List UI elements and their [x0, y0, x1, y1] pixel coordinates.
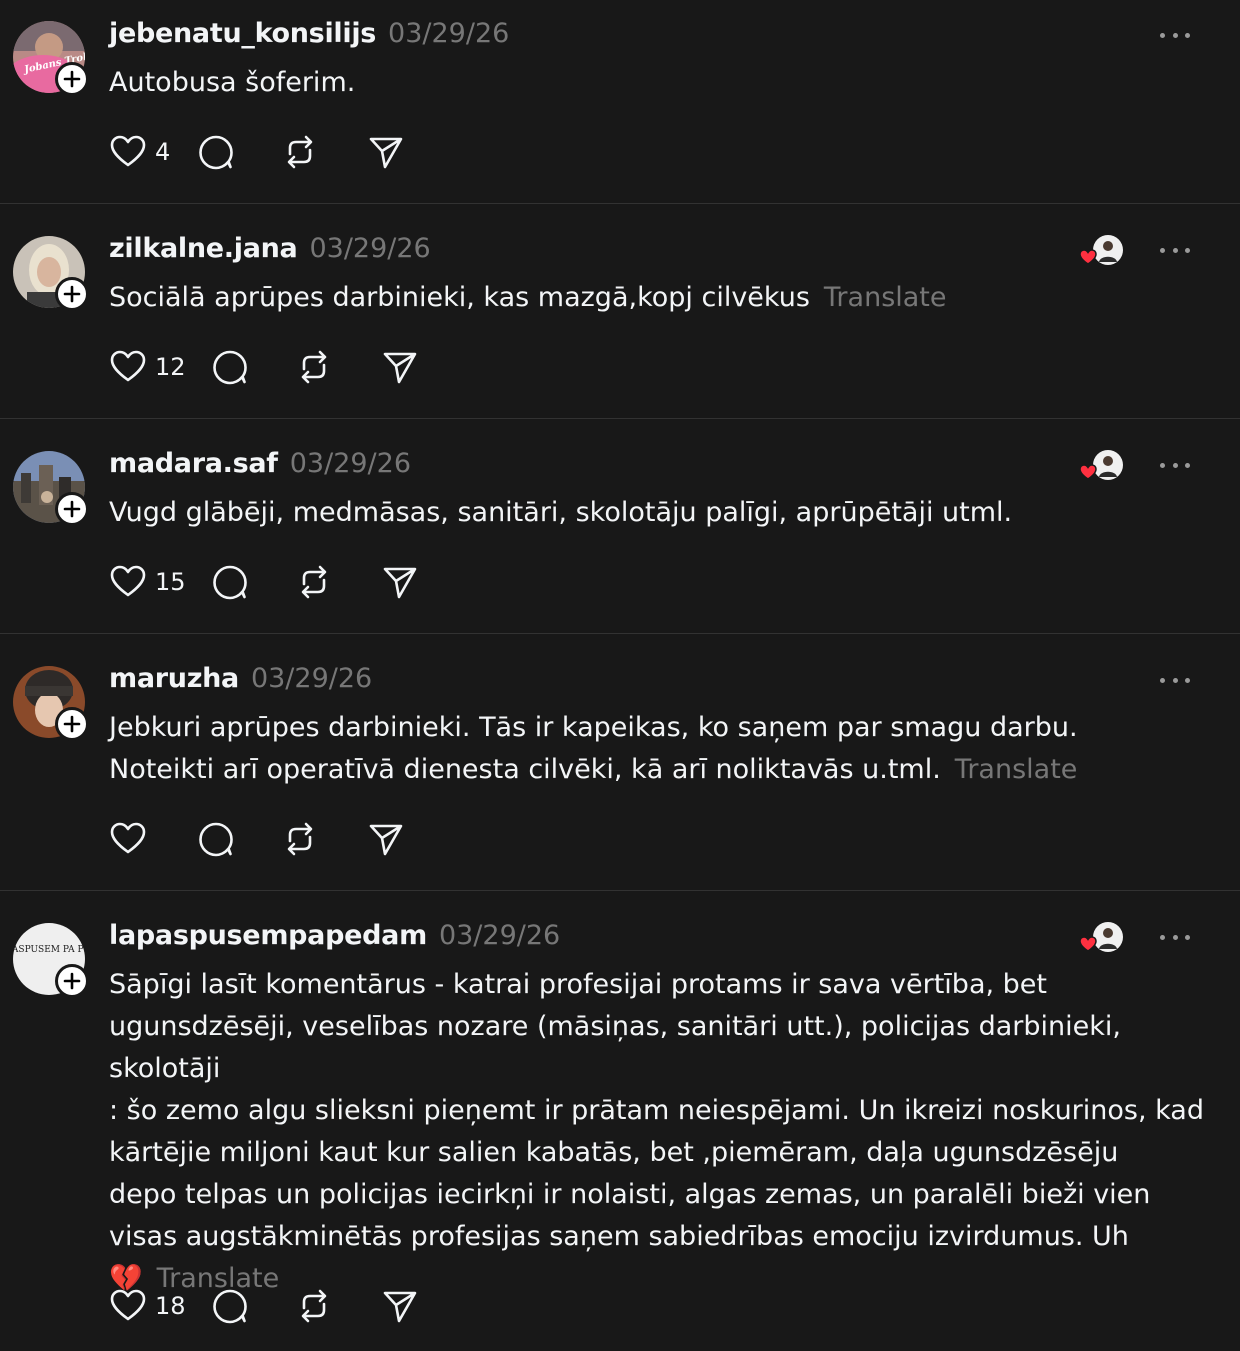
like-button[interactable]: 4	[109, 132, 197, 172]
post-body: Sāpīgi lasīt komentārus - katrai profesi…	[109, 969, 1204, 1294]
like-button[interactable]: 12	[109, 347, 211, 387]
post-date[interactable]: 03/29/26	[251, 663, 372, 694]
reply-button[interactable]	[197, 132, 281, 172]
follow-plus-icon[interactable]	[55, 964, 89, 998]
repost-arrows-icon	[301, 1289, 327, 1323]
like-count: 18	[155, 1292, 186, 1320]
thread-post: maruzha 03/29/26 Jebkuri aprūpes darbini…	[0, 634, 1240, 890]
more-options-icon[interactable]	[1160, 459, 1190, 471]
like-count: 4	[155, 138, 171, 166]
repost-arrows-icon	[301, 565, 327, 599]
liked-by-creator-badge[interactable]	[1078, 921, 1126, 955]
more-options-icon[interactable]	[1160, 244, 1190, 256]
repost-button[interactable]	[281, 132, 367, 172]
post-date[interactable]: 03/29/26	[439, 920, 560, 951]
post-text: Vugd glābēji, medmāsas, sanitāri, skolot…	[109, 492, 1209, 534]
repost-arrows-icon	[301, 350, 327, 384]
post-actions: 18	[109, 1286, 421, 1326]
like-button[interactable]	[109, 819, 197, 859]
post-header: madara.saf 03/29/26	[109, 448, 411, 484]
post-header: jebenatu_konsilijs 03/29/26	[109, 18, 509, 54]
thread-post: madara.saf 03/29/26 Vugd glābēji, medmās…	[0, 419, 1240, 633]
repost-button[interactable]	[281, 819, 367, 859]
paper-plane-icon	[383, 1291, 417, 1323]
like-button[interactable]: 15	[109, 562, 211, 602]
post-text: Autobusa šoferim.	[109, 62, 1209, 104]
post-header: maruzha 03/29/26	[109, 663, 372, 699]
reply-button[interactable]	[197, 819, 281, 859]
translate-link[interactable]: Translate	[955, 754, 1078, 785]
liked-by-creator-badge[interactable]	[1078, 449, 1126, 483]
post-actions: 12	[109, 347, 421, 387]
heart-outline-icon	[110, 350, 146, 382]
more-options-icon[interactable]	[1160, 674, 1190, 686]
post-body: Jebkuri aprūpes darbinieki. Tās ir kapei…	[109, 712, 1078, 785]
repost-arrows-icon	[287, 135, 313, 169]
follow-plus-icon[interactable]	[55, 707, 89, 741]
like-count: 12	[155, 353, 186, 381]
heart-outline-icon	[110, 822, 146, 854]
post-header: zilkalne.jana 03/29/26	[109, 233, 431, 269]
post-date[interactable]: 03/29/26	[309, 233, 430, 264]
liked-by-creator-badge[interactable]	[1078, 234, 1126, 268]
repost-button[interactable]	[295, 1286, 381, 1326]
post-actions: 4	[109, 132, 407, 172]
reply-button[interactable]	[211, 562, 295, 602]
reply-button[interactable]	[211, 347, 295, 387]
post-header: lapaspusempapedam 03/29/26	[109, 920, 560, 956]
share-button[interactable]	[381, 562, 421, 602]
paper-plane-icon	[383, 567, 417, 599]
paper-plane-icon	[369, 824, 403, 856]
like-button[interactable]: 18	[109, 1286, 211, 1326]
post-text: Sāpīgi lasīt komentārus - katrai profesi…	[109, 964, 1209, 1300]
username[interactable]: madara.saf	[109, 448, 278, 479]
heart-outline-icon	[110, 1289, 146, 1321]
heart-outline-icon	[110, 135, 146, 167]
post-actions	[109, 819, 407, 859]
speech-bubble-icon	[213, 350, 247, 385]
share-button[interactable]	[381, 1286, 421, 1326]
post-text: Jebkuri aprūpes darbinieki. Tās ir kapei…	[109, 707, 1209, 791]
avatar-logo-text: LAPASPUSEM PA PEDA	[13, 945, 85, 955]
post-date[interactable]: 03/29/26	[388, 18, 509, 49]
post-date[interactable]: 03/29/26	[290, 448, 411, 479]
post-text: Sociālā aprūpes darbinieki, kas mazgā,ko…	[109, 277, 1209, 319]
share-button[interactable]	[381, 347, 421, 387]
more-options-icon[interactable]	[1160, 931, 1190, 943]
username[interactable]: maruzha	[109, 663, 239, 694]
repost-arrows-icon	[287, 822, 313, 856]
thread-post: zilkalne.jana 03/29/26 Sociālā aprūpes d…	[0, 204, 1240, 418]
thread-post: Jobans Trolli jebenatu_konsilijs 03/29/2…	[0, 0, 1240, 203]
username[interactable]: zilkalne.jana	[109, 233, 298, 264]
follow-plus-icon[interactable]	[55, 277, 89, 311]
reply-button[interactable]	[211, 1286, 295, 1326]
post-body: Autobusa šoferim.	[109, 67, 356, 98]
post-body: Vugd glābēji, medmāsas, sanitāri, skolot…	[109, 497, 1013, 528]
like-count: 15	[155, 568, 186, 596]
more-options-icon[interactable]	[1160, 29, 1190, 41]
share-button[interactable]	[367, 132, 407, 172]
username[interactable]: lapaspusempapedam	[109, 920, 427, 951]
thread-post: LAPASPUSEM PA PEDA lapaspusempapedam 03/…	[0, 891, 1240, 1351]
post-actions: 15	[109, 562, 421, 602]
repost-button[interactable]	[295, 347, 381, 387]
translate-link[interactable]: Translate	[824, 282, 947, 313]
speech-bubble-icon	[199, 135, 233, 170]
repost-button[interactable]	[295, 562, 381, 602]
speech-bubble-icon	[213, 1289, 247, 1324]
speech-bubble-icon	[213, 565, 247, 600]
post-body: Sociālā aprūpes darbinieki, kas mazgā,ko…	[109, 282, 810, 313]
follow-plus-icon[interactable]	[55, 492, 89, 526]
paper-plane-icon	[383, 352, 417, 384]
paper-plane-icon	[369, 137, 403, 169]
speech-bubble-icon	[199, 822, 233, 857]
follow-plus-icon[interactable]	[55, 62, 89, 96]
heart-outline-icon	[110, 565, 146, 597]
username[interactable]: jebenatu_konsilijs	[109, 18, 376, 49]
share-button[interactable]	[367, 819, 407, 859]
